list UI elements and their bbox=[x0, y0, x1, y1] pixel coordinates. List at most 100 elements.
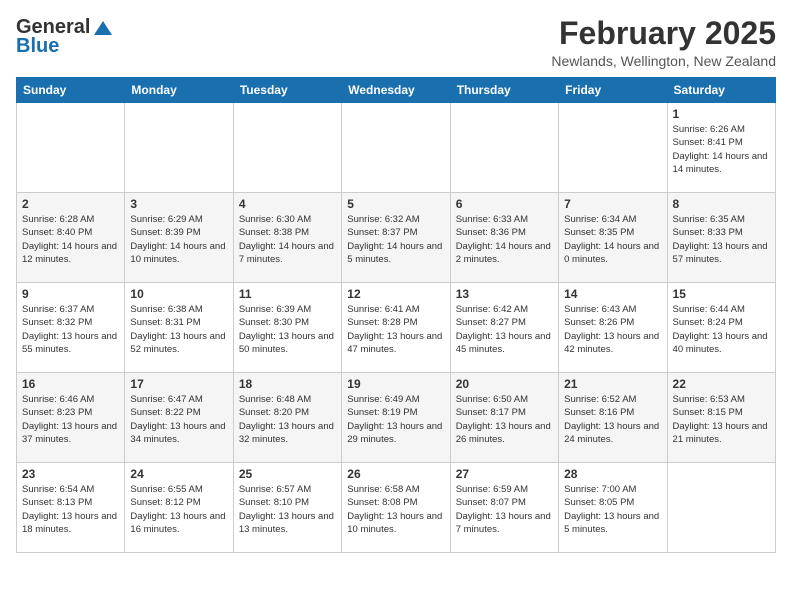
day-number: 25 bbox=[239, 467, 336, 481]
calendar-day-cell: 14 Sunrise: 6:43 AM Sunset: 8:26 PM Dayli… bbox=[559, 283, 667, 373]
calendar-day-cell: 1 Sunrise: 6:26 AM Sunset: 8:41 PM Daylig… bbox=[667, 103, 775, 193]
day-number: 3 bbox=[130, 197, 227, 211]
day-number: 10 bbox=[130, 287, 227, 301]
calendar-day-cell: 23 Sunrise: 6:54 AM Sunset: 8:13 PM Dayli… bbox=[17, 463, 125, 553]
day-of-week-header: Friday bbox=[559, 78, 667, 103]
day-number: 5 bbox=[347, 197, 444, 211]
day-number: 2 bbox=[22, 197, 119, 211]
day-info: Sunrise: 6:28 AM Sunset: 8:40 PM Dayligh… bbox=[22, 213, 119, 266]
day-info: Sunrise: 6:39 AM Sunset: 8:30 PM Dayligh… bbox=[239, 303, 336, 356]
day-of-week-header: Wednesday bbox=[342, 78, 450, 103]
logo-blue-text: Blue bbox=[16, 35, 59, 58]
calendar-day-cell: 25 Sunrise: 6:57 AM Sunset: 8:10 PM Dayli… bbox=[233, 463, 341, 553]
calendar-week-row: 1 Sunrise: 6:26 AM Sunset: 8:41 PM Daylig… bbox=[17, 103, 776, 193]
day-number: 9 bbox=[22, 287, 119, 301]
day-of-week-header: Sunday bbox=[17, 78, 125, 103]
calendar-day-cell bbox=[559, 103, 667, 193]
day-number: 11 bbox=[239, 287, 336, 301]
day-number: 20 bbox=[456, 377, 553, 391]
day-info: Sunrise: 6:48 AM Sunset: 8:20 PM Dayligh… bbox=[239, 393, 336, 446]
day-info: Sunrise: 6:29 AM Sunset: 8:39 PM Dayligh… bbox=[130, 213, 227, 266]
calendar-day-cell: 27Sunrise: 6:59 AM Sunset: 8:07 PM Dayli… bbox=[450, 463, 558, 553]
calendar-week-row: 9 Sunrise: 6:37 AM Sunset: 8:32 PM Daylig… bbox=[17, 283, 776, 373]
day-number: 22 bbox=[673, 377, 770, 391]
day-info: Sunrise: 6:53 AM Sunset: 8:15 PM Dayligh… bbox=[673, 393, 770, 446]
day-info: Sunrise: 6:52 AM Sunset: 8:16 PM Dayligh… bbox=[564, 393, 661, 446]
day-number: 14 bbox=[564, 287, 661, 301]
day-info: Sunrise: 7:00 AM Sunset: 8:05 PM Dayligh… bbox=[564, 483, 661, 536]
day-number: 23 bbox=[22, 467, 119, 481]
day-of-week-header: Saturday bbox=[667, 78, 775, 103]
calendar-day-cell: 20 Sunrise: 6:50 AM Sunset: 8:17 PM Dayli… bbox=[450, 373, 558, 463]
day-number: 6 bbox=[456, 197, 553, 211]
day-info: Sunrise: 6:38 AM Sunset: 8:31 PM Dayligh… bbox=[130, 303, 227, 356]
calendar-day-cell: 28 Sunrise: 7:00 AM Sunset: 8:05 PM Dayli… bbox=[559, 463, 667, 553]
calendar-day-cell: 6 Sunrise: 6:33 AM Sunset: 8:36 PM Daylig… bbox=[450, 193, 558, 283]
day-info: Sunrise: 6:47 AM Sunset: 8:22 PM Dayligh… bbox=[130, 393, 227, 446]
calendar-week-row: 2 Sunrise: 6:28 AM Sunset: 8:40 PM Daylig… bbox=[17, 193, 776, 283]
day-info: Sunrise: 6:58 AM Sunset: 8:08 PM Dayligh… bbox=[347, 483, 444, 536]
calendar-header-row: SundayMondayTuesdayWednesdayThursdayFrid… bbox=[17, 78, 776, 103]
calendar-day-cell: 24 Sunrise: 6:55 AM Sunset: 8:12 PM Dayli… bbox=[125, 463, 233, 553]
calendar-day-cell bbox=[450, 103, 558, 193]
day-number: 26 bbox=[347, 467, 444, 481]
calendar-day-cell: 2 Sunrise: 6:28 AM Sunset: 8:40 PM Daylig… bbox=[17, 193, 125, 283]
day-info: Sunrise: 6:57 AM Sunset: 8:10 PM Dayligh… bbox=[239, 483, 336, 536]
day-number: 7 bbox=[564, 197, 661, 211]
day-info: Sunrise: 6:41 AM Sunset: 8:28 PM Dayligh… bbox=[347, 303, 444, 356]
day-info: Sunrise: 6:26 AM Sunset: 8:41 PM Dayligh… bbox=[673, 123, 770, 176]
day-number: 21 bbox=[564, 377, 661, 391]
day-info: Sunrise: 6:34 AM Sunset: 8:35 PM Dayligh… bbox=[564, 213, 661, 266]
calendar-day-cell: 9 Sunrise: 6:37 AM Sunset: 8:32 PM Daylig… bbox=[17, 283, 125, 373]
calendar-day-cell bbox=[342, 103, 450, 193]
calendar-day-cell bbox=[233, 103, 341, 193]
day-info: Sunrise: 6:55 AM Sunset: 8:12 PM Dayligh… bbox=[130, 483, 227, 536]
day-number: 19 bbox=[347, 377, 444, 391]
day-number: 24 bbox=[130, 467, 227, 481]
calendar-day-cell bbox=[17, 103, 125, 193]
logo-icon bbox=[92, 17, 114, 39]
calendar-day-cell: 13Sunrise: 6:42 AM Sunset: 8:27 PM Dayli… bbox=[450, 283, 558, 373]
calendar-day-cell: 18 Sunrise: 6:48 AM Sunset: 8:20 PM Dayli… bbox=[233, 373, 341, 463]
day-number: 28 bbox=[564, 467, 661, 481]
calendar-day-cell: 21 Sunrise: 6:52 AM Sunset: 8:16 PM Dayli… bbox=[559, 373, 667, 463]
day-info: Sunrise: 6:44 AM Sunset: 8:24 PM Dayligh… bbox=[673, 303, 770, 356]
calendar-table: SundayMondayTuesdayWednesdayThursdayFrid… bbox=[16, 77, 776, 553]
page-header: General Blue February 2025 Newlands, Wel… bbox=[16, 16, 776, 69]
day-of-week-header: Tuesday bbox=[233, 78, 341, 103]
day-info: Sunrise: 6:32 AM Sunset: 8:37 PM Dayligh… bbox=[347, 213, 444, 266]
day-info: Sunrise: 6:54 AM Sunset: 8:13 PM Dayligh… bbox=[22, 483, 119, 536]
day-number: 8 bbox=[673, 197, 770, 211]
day-info: Sunrise: 6:46 AM Sunset: 8:23 PM Dayligh… bbox=[22, 393, 119, 446]
calendar-day-cell: 10 Sunrise: 6:38 AM Sunset: 8:31 PM Dayli… bbox=[125, 283, 233, 373]
logo: General Blue bbox=[16, 16, 114, 58]
location-subtitle: Newlands, Wellington, New Zealand bbox=[551, 53, 776, 69]
day-number: 4 bbox=[239, 197, 336, 211]
calendar-week-row: 23 Sunrise: 6:54 AM Sunset: 8:13 PM Dayli… bbox=[17, 463, 776, 553]
day-info: Sunrise: 6:30 AM Sunset: 8:38 PM Dayligh… bbox=[239, 213, 336, 266]
day-number: 18 bbox=[239, 377, 336, 391]
calendar-day-cell: 17Sunrise: 6:47 AM Sunset: 8:22 PM Dayli… bbox=[125, 373, 233, 463]
calendar-day-cell: 8 Sunrise: 6:35 AM Sunset: 8:33 PM Daylig… bbox=[667, 193, 775, 283]
day-number: 1 bbox=[673, 107, 770, 121]
calendar-day-cell: 15 Sunrise: 6:44 AM Sunset: 8:24 PM Dayli… bbox=[667, 283, 775, 373]
day-info: Sunrise: 6:37 AM Sunset: 8:32 PM Dayligh… bbox=[22, 303, 119, 356]
day-number: 27 bbox=[456, 467, 553, 481]
calendar-day-cell: 5 Sunrise: 6:32 AM Sunset: 8:37 PM Daylig… bbox=[342, 193, 450, 283]
calendar-day-cell bbox=[125, 103, 233, 193]
calendar-day-cell: 19Sunrise: 6:49 AM Sunset: 8:19 PM Dayli… bbox=[342, 373, 450, 463]
calendar-day-cell: 22 Sunrise: 6:53 AM Sunset: 8:15 PM Dayli… bbox=[667, 373, 775, 463]
day-number: 13 bbox=[456, 287, 553, 301]
calendar-day-cell: 4 Sunrise: 6:30 AM Sunset: 8:38 PM Daylig… bbox=[233, 193, 341, 283]
calendar-day-cell: 11 Sunrise: 6:39 AM Sunset: 8:30 PM Dayli… bbox=[233, 283, 341, 373]
day-info: Sunrise: 6:50 AM Sunset: 8:17 PM Dayligh… bbox=[456, 393, 553, 446]
calendar-day-cell bbox=[667, 463, 775, 553]
day-of-week-header: Monday bbox=[125, 78, 233, 103]
calendar-week-row: 16Sunrise: 6:46 AM Sunset: 8:23 PM Dayli… bbox=[17, 373, 776, 463]
day-info: Sunrise: 6:33 AM Sunset: 8:36 PM Dayligh… bbox=[456, 213, 553, 266]
day-info: Sunrise: 6:35 AM Sunset: 8:33 PM Dayligh… bbox=[673, 213, 770, 266]
day-info: Sunrise: 6:43 AM Sunset: 8:26 PM Dayligh… bbox=[564, 303, 661, 356]
month-year-title: February 2025 bbox=[551, 16, 776, 51]
day-of-week-header: Thursday bbox=[450, 78, 558, 103]
day-number: 15 bbox=[673, 287, 770, 301]
